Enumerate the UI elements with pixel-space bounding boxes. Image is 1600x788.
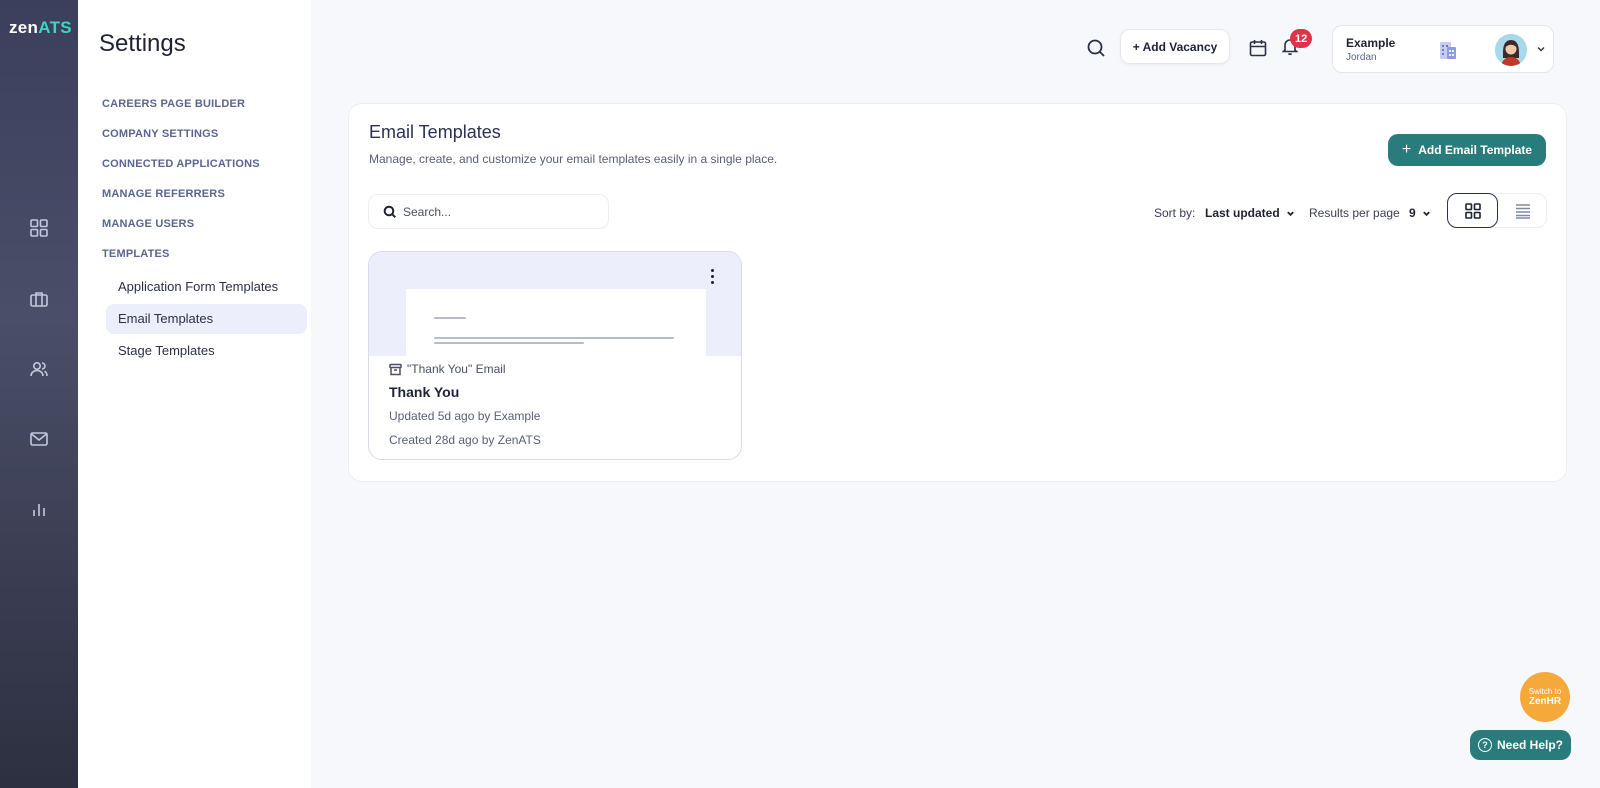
search-field[interactable] — [368, 194, 609, 229]
sort-dropdown[interactable]: Last updated — [1205, 206, 1295, 220]
account-switcher[interactable]: Example Jordan — [1332, 25, 1554, 73]
list-view-button[interactable] — [1498, 193, 1547, 228]
settings-sidebar: Settings CAREERS PAGE BUILDER COMPANY SE… — [78, 0, 311, 788]
users-icon[interactable] — [27, 357, 51, 381]
add-vacancy-button[interactable]: + Add Vacancy — [1120, 29, 1230, 64]
grid-view-icon — [1464, 202, 1481, 219]
nav-templates[interactable]: TEMPLATES — [102, 248, 170, 260]
list-view-icon — [1515, 203, 1530, 219]
add-email-template-button[interactable]: + Add Email Template — [1388, 134, 1546, 166]
avatar — [1495, 34, 1527, 66]
grid-view-button[interactable] — [1447, 193, 1498, 228]
template-preview — [369, 252, 741, 356]
search-input[interactable] — [403, 195, 603, 228]
nav-connected-applications[interactable]: CONNECTED APPLICATIONS — [102, 158, 260, 170]
nav-manage-referrers[interactable]: MANAGE REFERRERS — [102, 188, 225, 200]
sort-label: Sort by: — [1154, 206, 1196, 220]
notification-count-badge: 12 — [1290, 29, 1313, 48]
nav-careers-page-builder[interactable]: CAREERS PAGE BUILDER — [102, 98, 245, 110]
mail-icon[interactable] — [27, 427, 51, 451]
chevron-down-icon — [1422, 211, 1430, 216]
page-title: Email Templates — [369, 122, 501, 142]
nav-application-form-templates[interactable]: Application Form Templates — [106, 272, 307, 302]
global-search-icon[interactable] — [1086, 38, 1108, 60]
results-per-page-label: Results per page — [1309, 206, 1400, 220]
nav-stage-templates[interactable]: Stage Templates — [106, 336, 307, 366]
nav-manage-users[interactable]: MANAGE USERS — [102, 218, 194, 230]
archive-icon — [389, 363, 402, 375]
template-preview-paper — [406, 289, 706, 356]
switch-to-zenhr-button[interactable]: Switch to ZenHR — [1520, 672, 1570, 722]
bar-chart-icon[interactable] — [27, 497, 51, 521]
app-rail: zenATS — [0, 0, 78, 788]
nav-email-templates[interactable]: Email Templates — [106, 304, 307, 334]
account-user: Jordan — [1346, 52, 1377, 63]
page-subtitle: Manage, create, and customize your email… — [369, 152, 778, 166]
need-help-button[interactable]: ? Need Help? — [1470, 730, 1571, 760]
results-per-page-dropdown[interactable]: 9 — [1409, 206, 1431, 220]
calendar-icon[interactable] — [1248, 38, 1270, 60]
template-created: Created 28d ago by ZenATS — [389, 433, 541, 447]
chevron-down-icon — [1537, 47, 1545, 52]
search-icon — [383, 205, 397, 219]
email-templates-panel: Email Templates Manage, create, and cust… — [348, 103, 1567, 482]
template-card[interactable]: "Thank You" Email Thank You Updated 5d a… — [368, 251, 742, 460]
briefcase-icon[interactable] — [27, 287, 51, 311]
template-updated: Updated 5d ago by Example — [389, 409, 541, 423]
template-category: "Thank You" Email — [389, 362, 506, 376]
plus-icon: + — [1401, 141, 1412, 158]
building-icon — [1440, 42, 1456, 59]
template-more-options-icon[interactable] — [702, 266, 722, 286]
settings-title: Settings — [99, 30, 186, 57]
nav-company-settings[interactable]: COMPANY SETTINGS — [102, 128, 218, 140]
template-name: Thank You — [389, 384, 460, 400]
chevron-down-icon — [1286, 211, 1294, 216]
logo[interactable]: zenATS — [9, 18, 72, 38]
account-company: Example — [1346, 36, 1396, 50]
dashboard-icon[interactable] — [27, 216, 51, 240]
help-question-icon: ? — [1477, 738, 1492, 752]
